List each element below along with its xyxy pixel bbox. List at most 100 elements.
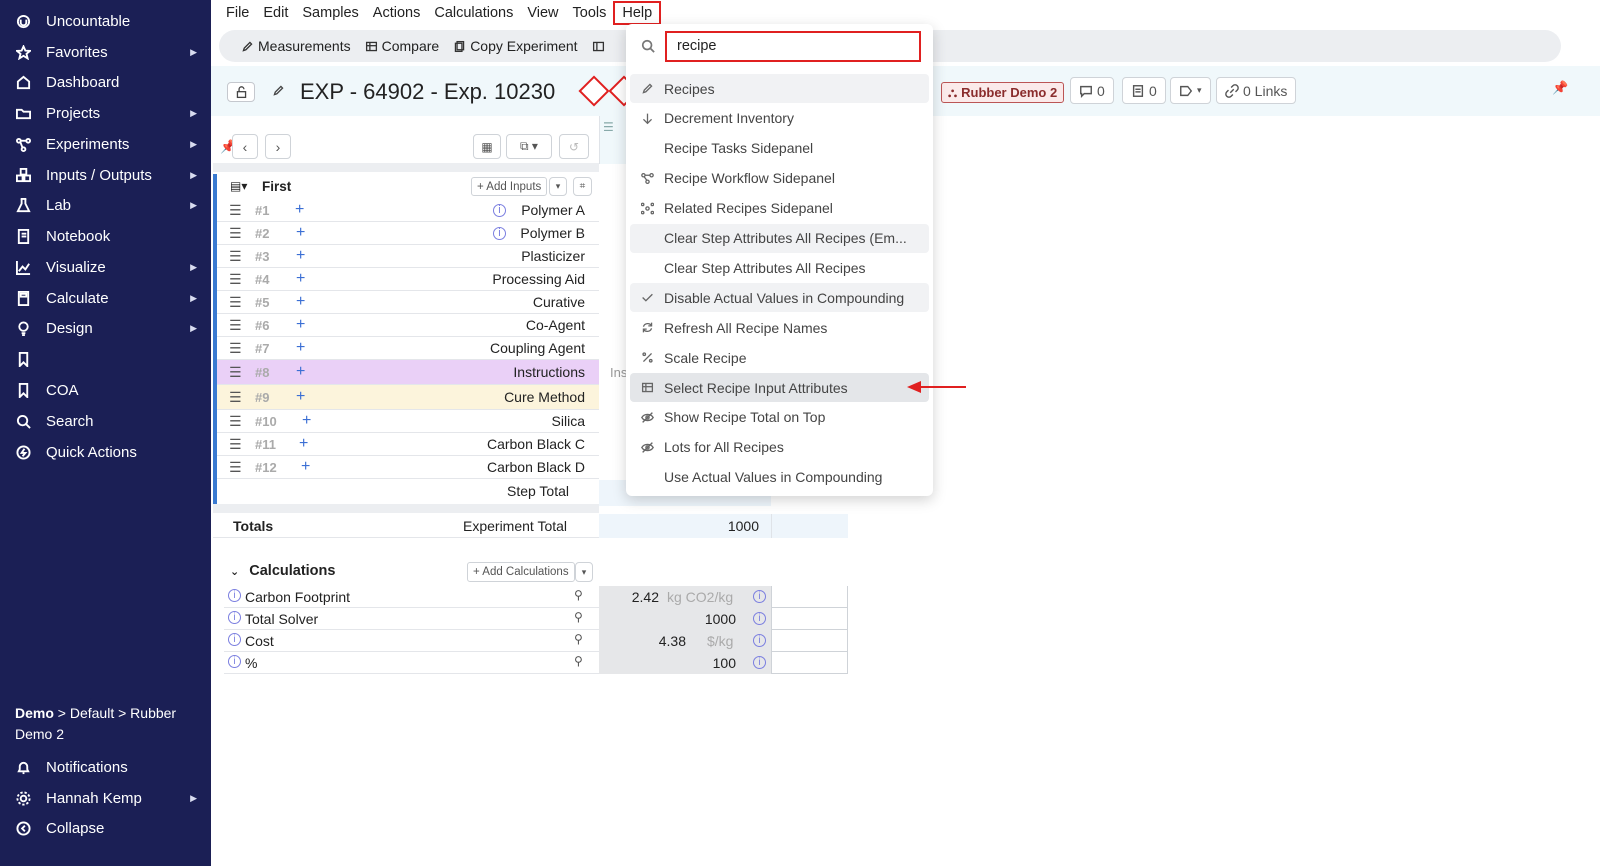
breadcrumb[interactable]: Demo > Default > Rubber Demo 2 [15,703,200,745]
help-menu-item[interactable]: Clear Step Attributes All Recipes [630,253,929,282]
pin-icon[interactable]: 📌 [1552,80,1568,96]
drag-handle-icon[interactable]: ☰ [229,340,242,357]
help-menu-item[interactable]: Use Actual Values in Compounding [630,463,929,492]
undo-button[interactable]: ↺ [559,134,589,159]
copy-experiment-button[interactable]: Copy Experiment [453,38,578,54]
table-row[interactable]: ☰ #2 + i Polymer B [217,222,599,245]
info-icon[interactable]: i [228,655,241,668]
help-menu-item[interactable]: Refresh All Recipe Names [630,313,929,342]
drag-handle-icon[interactable]: ☰ [229,294,242,311]
prev-button[interactable]: ‹ [232,134,258,159]
sidebar-item-inputs-outputs[interactable]: Inputs / Outputs ▶ [0,160,211,190]
help-menu-item[interactable]: Show Recipe Total on Top [630,403,929,432]
help-menu-item[interactable]: Disable Actual Values in Compounding [630,283,929,313]
menu-view[interactable]: View [520,1,565,25]
drag-handle-icon[interactable]: ☰ [229,364,242,381]
menu-calculations[interactable]: Calculations [427,1,520,25]
sidebar-item-favorites[interactable]: Favorites ▶ [0,37,211,67]
menu-actions[interactable]: Actions [366,1,428,25]
sidebar-item-dashboard[interactable]: Dashboard [0,67,211,97]
calculation-row[interactable]: i Total Solver ⚲ 1000 i [224,608,848,630]
drag-handle-icon[interactable]: ☰ [229,202,242,219]
add-inputs-dropdown[interactable]: ▾ [549,177,567,196]
info-icon[interactable]: i [753,612,766,625]
table-row[interactable]: ☰ #5 + Curative [217,291,599,314]
drag-handle-icon[interactable]: ☰ [229,459,242,476]
table-row[interactable]: ☰ #3 + Plasticizer [217,245,599,268]
next-button[interactable]: › [265,134,291,159]
add-row-icon[interactable]: + [296,247,305,265]
add-row-icon[interactable]: + [299,435,308,453]
calculation-row[interactable]: i% ⚲ 100 i [224,652,848,674]
help-menu-item[interactable]: Select Recipe Input Attributes [630,373,929,402]
compare-button[interactable]: Compare [365,38,439,54]
table-row[interactable]: ☰ #6 + Co-Agent [217,314,599,337]
add-row-icon[interactable]: + [296,270,305,288]
sidebar-item-visualize[interactable]: Visualize ▶ [0,252,211,282]
sidebar-item-hannah-kemp[interactable]: Hannah Kemp ▶ [0,783,211,813]
add-row-icon[interactable]: + [302,412,311,430]
help-menu-item[interactable]: Related Recipes Sidepanel [630,194,929,223]
sidebar-item-coa[interactable]: COA [0,375,211,405]
add-row-icon[interactable]: + [296,339,305,357]
drag-handle-icon[interactable]: ☰ [229,389,242,406]
sidebar-item-experiments[interactable]: Experiments ▶ [0,129,211,159]
table-row[interactable]: ☰ #7 + Coupling Agent [217,337,599,360]
sidebar-item-notifications[interactable]: Notifications [0,752,211,782]
notes-button[interactable]: 0 [1122,77,1166,104]
step-type-icon[interactable]: ▤▾ [230,179,247,193]
edit-title-button[interactable] [272,84,285,102]
pin-icon[interactable]: ⚲ [574,610,583,624]
help-menu-item[interactable]: Scale Recipe [630,343,929,372]
sidebar-item-calculate[interactable]: Calculate ▶ [0,283,211,313]
calculation-row[interactable]: i Cost ⚲ 4.38 $/kg i [224,630,848,652]
sidebar-item-uncountable[interactable]: Uncountable [0,6,211,36]
info-icon[interactable]: i [228,633,241,646]
add-calculations-dropdown[interactable]: ▾ [575,562,593,582]
help-search-input[interactable]: recipe [665,31,921,62]
info-icon[interactable]: i [228,589,241,602]
sidebar-item-bookmarks[interactable] [0,344,211,374]
pin-icon[interactable]: ⚲ [574,632,583,646]
pin-icon[interactable]: ⚲ [574,654,583,668]
measurements-button[interactable]: Measurements [241,38,351,54]
info-icon[interactable]: i [493,226,506,240]
help-menu-item[interactable]: Lots for All Recipes [630,433,929,462]
lock-button[interactable] [227,82,255,102]
drag-handle-icon[interactable]: ☰ [229,271,242,288]
add-row-icon[interactable]: + [296,363,305,381]
add-row-icon[interactable]: + [296,316,305,334]
table-row[interactable]: ☰ #11 + Carbon Black C [217,433,599,456]
add-row-icon[interactable]: + [296,224,305,242]
add-inputs-button[interactable]: + Add Inputs [471,177,548,196]
tag-dropdown-button[interactable]: ▾ [1170,77,1211,104]
info-icon[interactable]: i [753,634,766,647]
add-row-icon[interactable]: + [301,458,310,476]
help-menu-item[interactable]: Clear Step Attributes All Recipes (Em... [630,223,929,253]
sidebar-item-notebook[interactable]: Notebook [0,221,211,251]
sidebar-item-collapse[interactable]: Collapse [0,813,211,843]
menu-tools[interactable]: Tools [566,1,614,25]
drag-handle-icon[interactable]: ☰ [229,436,242,453]
table-row[interactable]: ☰ #1 + i Polymer A [217,199,599,222]
calculations-header[interactable]: ⌄ Calculations [230,563,335,579]
help-menu-item[interactable]: Recipe Tasks Sidepanel [630,134,929,163]
drag-handle-icon[interactable]: ☰ [229,413,242,430]
menu-edit[interactable]: Edit [256,1,295,25]
sidebar-item-search[interactable]: Search [0,406,211,436]
table-row[interactable]: ☰ #4 + Processing Aid [217,268,599,291]
table-row[interactable]: ☰ #8 + Instructions [217,360,599,385]
paste-dropdown-button[interactable]: ⧉ ▾ [506,134,552,159]
info-icon[interactable]: i [753,656,766,669]
info-icon[interactable]: i [493,203,506,217]
menu-samples[interactable]: Samples [295,1,365,25]
add-row-icon[interactable]: + [296,388,305,406]
project-badge[interactable]: ⛬ Rubber Demo 2 [941,82,1065,103]
comments-button[interactable]: 0 [1070,77,1114,104]
help-menu-item[interactable]: Recipe Workflow Sidepanel [630,164,929,193]
sidebar-item-quick-actions[interactable]: Quick Actions [0,437,211,467]
help-menu-item[interactable]: Decrement Inventory [630,104,929,133]
menu-file[interactable]: File [219,1,256,25]
links-button[interactable]: 0 Links [1216,77,1297,104]
drag-handle-icon[interactable]: ☰ [229,225,242,242]
